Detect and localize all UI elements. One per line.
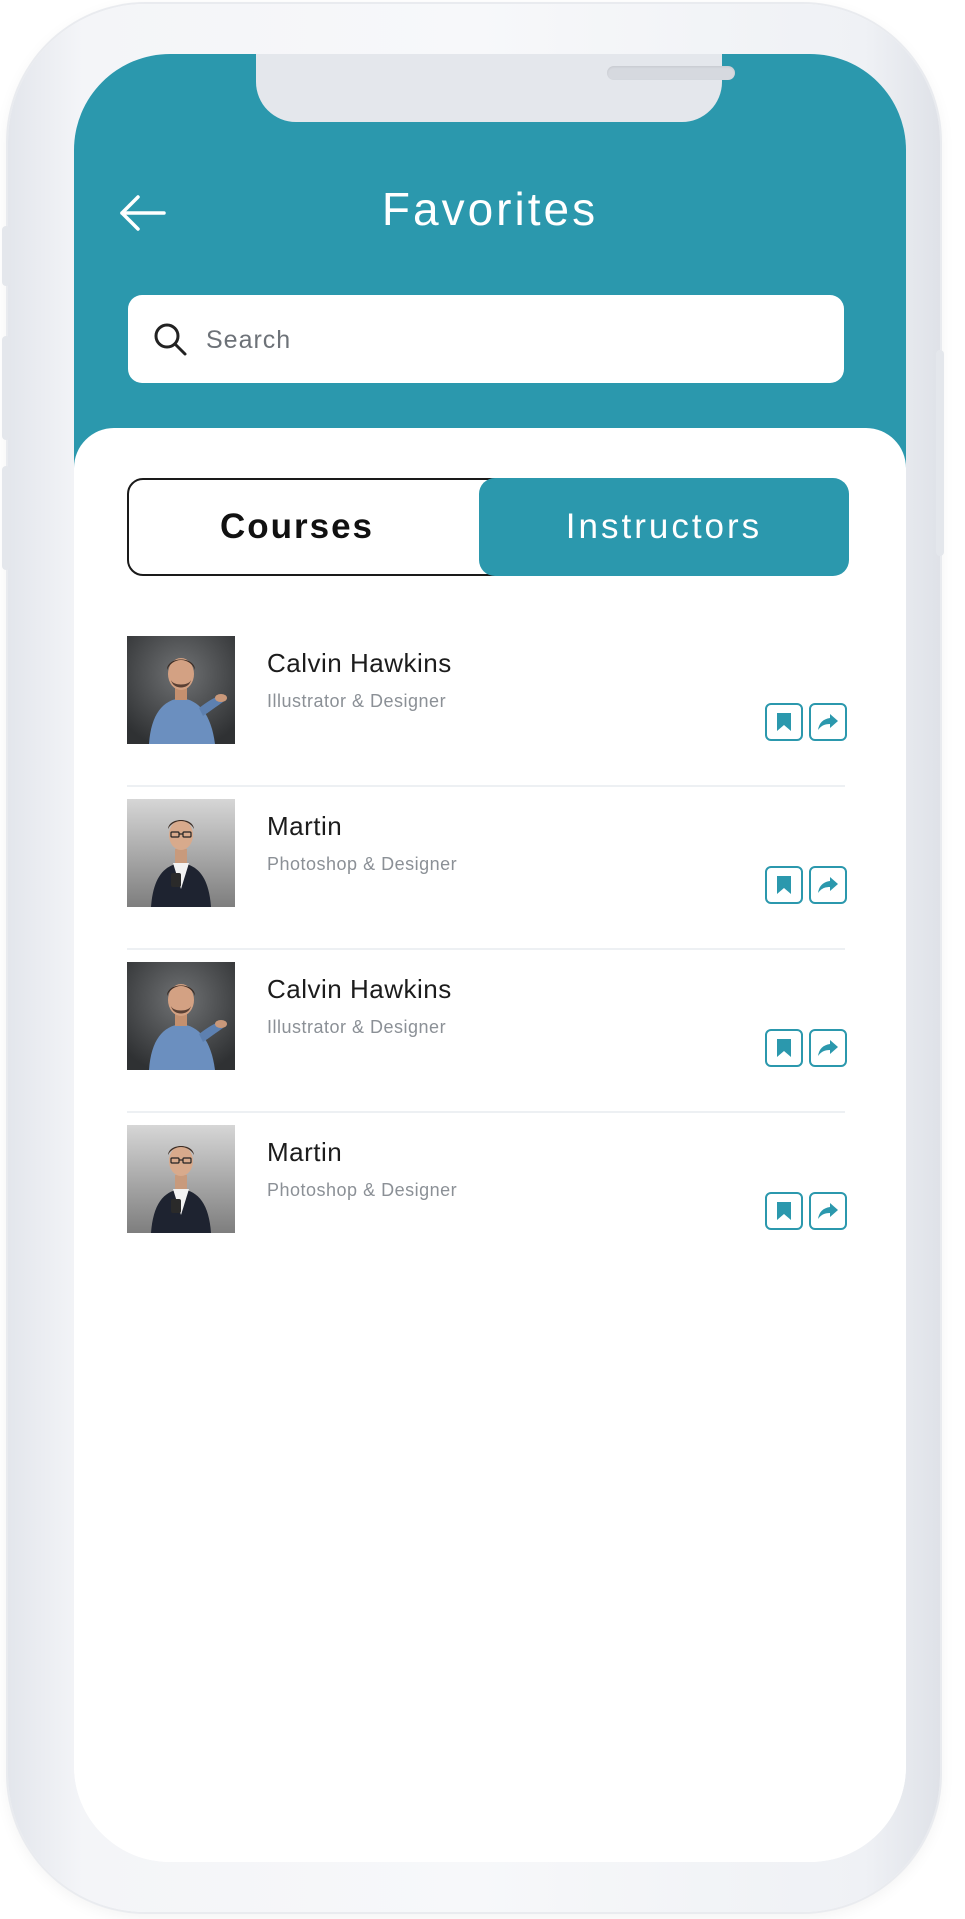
share-button[interactable] bbox=[809, 703, 847, 741]
instructor-row[interactable]: Martin Photoshop & Designer bbox=[127, 787, 847, 950]
phone-notch bbox=[256, 54, 735, 122]
search-input[interactable] bbox=[204, 311, 828, 369]
share-icon bbox=[818, 714, 838, 730]
bookmark-button[interactable] bbox=[765, 1029, 803, 1067]
speaker-grille bbox=[607, 66, 735, 80]
instructor-row[interactable]: Martin Photoshop & Designer bbox=[127, 1113, 847, 1276]
avatar bbox=[127, 799, 235, 907]
content-panel: Courses Instructors Calvin Hawkins Illus… bbox=[74, 428, 906, 1862]
share-button[interactable] bbox=[809, 1029, 847, 1067]
instructor-name: Martin bbox=[267, 811, 343, 841]
phone-power-button bbox=[936, 350, 944, 556]
bookmark-button[interactable] bbox=[765, 703, 803, 741]
instructor-role: Illustrator & Designer bbox=[267, 1017, 447, 1037]
bookmark-icon bbox=[777, 1039, 791, 1057]
instructor-role: Photoshop & Designer bbox=[267, 854, 458, 874]
instructor-role: Illustrator & Designer bbox=[267, 691, 447, 711]
share-icon bbox=[818, 1203, 838, 1219]
tab-instructors[interactable]: Instructors bbox=[479, 478, 849, 576]
bookmark-button[interactable] bbox=[765, 866, 803, 904]
instructor-row[interactable]: Calvin Hawkins Illustrator & Designer bbox=[127, 624, 847, 787]
phone-frame: Favorites Courses Instructors bbox=[2, 4, 944, 1912]
page-title: Favorites bbox=[381, 183, 599, 235]
bookmark-icon bbox=[777, 713, 791, 731]
instructor-name: Calvin Hawkins bbox=[267, 648, 452, 678]
search-icon bbox=[154, 323, 187, 356]
phone-volume-down bbox=[2, 466, 10, 570]
search-bar bbox=[128, 295, 844, 383]
avatar bbox=[127, 636, 235, 744]
header-bar: Favorites bbox=[74, 54, 906, 474]
instructor-name: Martin bbox=[267, 1137, 343, 1167]
app-screen: Favorites Courses Instructors bbox=[74, 54, 906, 1862]
instructor-list: Calvin Hawkins Illustrator & Designer Ma… bbox=[127, 624, 847, 1276]
bookmark-icon bbox=[777, 876, 791, 894]
avatar bbox=[127, 962, 235, 1070]
instructor-row[interactable]: Calvin Hawkins Illustrator & Designer bbox=[127, 950, 847, 1113]
avatar bbox=[127, 1125, 235, 1233]
share-button[interactable] bbox=[809, 866, 847, 904]
share-button[interactable] bbox=[809, 1192, 847, 1230]
tab-courses[interactable]: Courses bbox=[127, 478, 467, 576]
tab-switcher: Courses Instructors bbox=[127, 478, 849, 576]
phone-silent-switch bbox=[2, 226, 10, 286]
bookmark-icon bbox=[777, 1202, 791, 1220]
bookmark-button[interactable] bbox=[765, 1192, 803, 1230]
share-icon bbox=[818, 1040, 838, 1056]
share-icon bbox=[818, 877, 838, 893]
instructor-role: Photoshop & Designer bbox=[267, 1180, 458, 1200]
instructor-name: Calvin Hawkins bbox=[267, 974, 452, 1004]
phone-volume-up bbox=[2, 336, 10, 440]
